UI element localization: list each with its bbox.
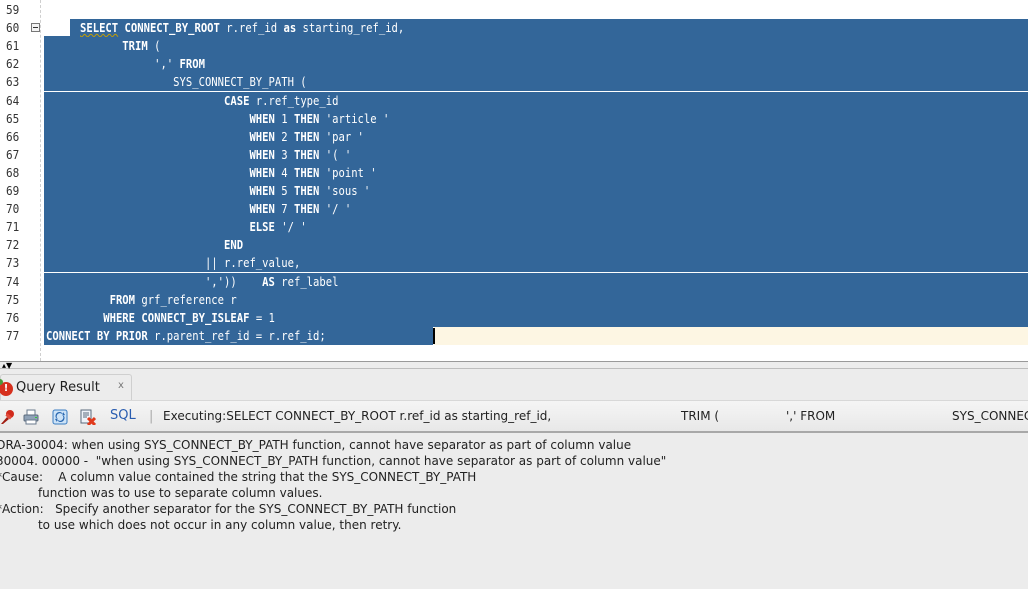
close-tab-icon[interactable]: x [118, 380, 124, 391]
code-text: END [224, 238, 244, 253]
code-line[interactable]: 72 END [0, 236, 1028, 255]
line-number: 60 [6, 21, 20, 36]
line-number: 69 [6, 184, 20, 198]
executing-sql-part3: ',' FROM [786, 409, 836, 423]
code-line[interactable]: 60 SELECT CONNECT_BY_ROOT r.ref_id as sta… [0, 19, 1028, 39]
error-cause: function was to use to separate column v… [0, 486, 323, 500]
executing-sql: SELECT CONNECT_BY_ROOT r.ref_id as start… [226, 409, 552, 423]
error-line: 30004. 00000 - "when using SYS_CONNECT_B… [0, 454, 667, 468]
code-text: TRIM ( [122, 39, 161, 54]
code-line[interactable]: 65 WHEN 1 THEN 'article ' [0, 109, 1028, 128]
line-number: 64 [6, 93, 20, 108]
pin-icon[interactable] [0, 409, 16, 425]
line-number: 75 [6, 292, 20, 307]
toolbar-separator: | [149, 409, 154, 424]
code-text: ELSE '/ ' [249, 220, 307, 235]
code-text: WHEN 1 THEN 'article ' [249, 111, 390, 126]
print-icon[interactable] [23, 409, 39, 425]
line-number: 76 [6, 310, 20, 325]
panel-splitter[interactable]: ▴▼ [0, 361, 1028, 370]
code-line[interactable]: 75 FROM grf_reference r [0, 290, 1028, 309]
code-line[interactable]: 74 ',')) AS ref_label [0, 272, 1028, 291]
executing-prefix: Executing: [163, 409, 227, 423]
line-number: 61 [6, 39, 20, 54]
code-text: WHEN 2 THEN 'par ' [249, 129, 364, 144]
error-line: ORA-30004: when using SYS_CONNECT_BY_PAT… [0, 438, 632, 452]
refresh-icon[interactable] [52, 409, 68, 425]
code-text: WHEN 4 THEN 'point ' [249, 165, 377, 180]
code-text: FROM grf_reference r [109, 292, 237, 307]
code-text: SYS_CONNECT_BY_PATH ( [46, 75, 307, 90]
code-text: ',' FROM [46, 57, 205, 72]
executing-sql-part4: SYS_CONNECT_BY_PATH ( [952, 409, 1028, 423]
sql-editor[interactable]: 59 60 SELECT CONNECT_BY_ROOT r.ref_id as s… [0, 0, 1028, 361]
code-text: || r.ref_value, [46, 256, 301, 271]
code-line[interactable]: 73 || r.ref_value, [0, 254, 1028, 273]
code-text: WHEN 5 THEN 'sous ' [249, 184, 371, 198]
line-number: 66 [6, 129, 20, 144]
executing-sql-part2: TRIM ( [681, 409, 720, 423]
tab-query-result[interactable]: ! Query Result x [0, 374, 132, 400]
code-line[interactable]: 76 WHERE CONNECT_BY_ISLEAF = 1 [0, 308, 1028, 327]
executing-status: Executing:SELECT CONNECT_BY_ROOT r.ref_i… [163, 409, 551, 423]
error-action: *Action: Specify another separator for t… [0, 502, 457, 516]
line-number: 67 [6, 147, 20, 162]
result-tab-bar: ! Query Result x [0, 370, 1028, 401]
code-line[interactable]: 64 CASE r.ref_type_id [0, 91, 1028, 110]
code-line[interactable]: 59 [0, 1, 1028, 19]
sql-button[interactable]: SQL [110, 408, 136, 423]
line-number: 70 [6, 202, 20, 217]
code-line[interactable]: 66 WHEN 2 THEN 'par ' [0, 127, 1028, 146]
line-number: 59 [6, 3, 20, 17]
selection-highlight [44, 37, 1028, 56]
code-line[interactable]: 71 ELSE '/ ' [0, 218, 1028, 237]
code-line[interactable]: 69 WHEN 5 THEN 'sous ' [0, 182, 1028, 201]
line-number: 74 [6, 274, 20, 289]
error-cause: *Cause: A column value contained the str… [0, 470, 477, 484]
code-text: WHERE CONNECT_BY_ISLEAF = 1 [103, 310, 275, 325]
fold-toggle-icon[interactable] [31, 23, 40, 33]
code-text: CASE r.ref_type_id [224, 93, 339, 108]
result-toolbar: SQL | Executing:SELECT CONNECT_BY_ROOT r… [0, 401, 1028, 433]
line-number: 73 [6, 256, 20, 271]
cancel-query-icon[interactable] [80, 409, 96, 425]
code-line[interactable]: 67 WHEN 3 THEN '( ' [0, 145, 1028, 164]
tab-label: Query Result [16, 380, 100, 395]
line-number: 65 [6, 111, 20, 126]
code-line[interactable]: 70 WHEN 7 THEN '/ ' [0, 200, 1028, 219]
code-text: SELECT CONNECT_BY_ROOT r.ref_id as start… [80, 21, 405, 36]
line-number: 71 [6, 220, 20, 235]
code-line[interactable]: 61 TRIM ( [0, 37, 1028, 56]
code-text: ',')) AS ref_label [46, 274, 339, 289]
code-line[interactable]: 68 WHEN 4 THEN 'point ' [0, 163, 1028, 182]
line-number: 68 [6, 165, 20, 180]
code-line[interactable]: 77 CONNECT BY PRIOR r.parent_ref_id = r.r… [0, 326, 1028, 345]
current-line-highlight [434, 326, 1028, 345]
line-number: 77 [6, 328, 20, 343]
line-number: 63 [6, 75, 20, 90]
line-number: 72 [6, 238, 20, 253]
code-line[interactable]: 63 SYS_CONNECT_BY_PATH ( [0, 73, 1028, 92]
error-output-panel: ORA-30004: when using SYS_CONNECT_BY_PAT… [0, 433, 1028, 589]
line-number: 62 [6, 57, 20, 72]
collapse-arrows-icon[interactable]: ▴▼ [2, 362, 12, 370]
error-icon: ! [0, 379, 13, 396]
text-caret [433, 327, 435, 344]
error-action: to use which does not occur in any colum… [0, 518, 402, 532]
code-text: WHEN 3 THEN '( ' [249, 147, 352, 162]
code-line[interactable]: 62 ',' FROM [0, 55, 1028, 74]
code-text: WHEN 7 THEN '/ ' [249, 202, 352, 217]
code-text: CONNECT BY PRIOR r.parent_ref_id = r.ref… [46, 328, 326, 343]
